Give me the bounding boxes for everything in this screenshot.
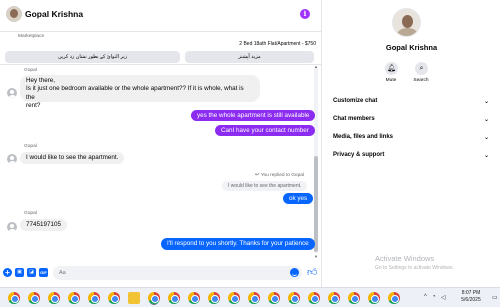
sender-avatar[interactable] — [7, 154, 17, 164]
gif-icon[interactable]: GIF — [39, 268, 48, 277]
chevron-up-icon[interactable]: ^ — [424, 294, 427, 300]
chat-pane: Gopal Krishna i Marketplace 2 Bed 18ath … — [0, 0, 322, 287]
reply-note-text: You replied to Gopal — [260, 173, 304, 178]
file-explorer-icon[interactable] — [128, 292, 140, 304]
message-bubble-outgoing: I'll respond to you shortly. Thanks for … — [161, 238, 315, 250]
contact-avatar[interactable] — [6, 6, 22, 22]
reply-indicator: ↩ You replied to Gopal — [255, 172, 304, 178]
message-sender: Gopal — [24, 211, 37, 216]
clock-date: 5/6/2025 — [461, 297, 481, 303]
chrome-icon[interactable] — [188, 292, 200, 304]
chrome-icon[interactable] — [348, 292, 360, 304]
message-input[interactable] — [53, 266, 302, 280]
section-label: Chat members — [333, 116, 375, 122]
search-icon[interactable]: ⌕ — [415, 62, 428, 75]
chrome-icon[interactable] — [288, 292, 300, 304]
chrome-icon[interactable] — [368, 292, 380, 304]
marketplace-label: Marketplace — [18, 34, 45, 39]
bell-icon[interactable]: 🔔︎ — [385, 62, 398, 75]
chrome-icon[interactable] — [208, 292, 220, 304]
chrome-icon[interactable] — [248, 292, 260, 304]
section-label: Media, files and links — [333, 134, 394, 140]
section-privacy-support[interactable]: Privacy & support ⌄ — [333, 152, 489, 164]
chrome-icon[interactable] — [28, 292, 40, 304]
chrome-icon[interactable] — [88, 292, 100, 304]
contact-name[interactable]: Gopal Krishna — [25, 9, 83, 19]
message-composer: + ▣ ◪ GIF 👍︎ — [0, 262, 322, 287]
reply-arrow-icon: ↩ — [254, 172, 260, 178]
chrome-icon[interactable] — [308, 292, 320, 304]
chrome-icon[interactable] — [8, 292, 20, 304]
chat-header: Gopal Krishna i — [0, 0, 322, 32]
chrome-icon[interactable] — [108, 292, 120, 304]
clock-time: 8:07 PM — [461, 290, 481, 296]
message-bubble-incoming: Hey there, Is it just one bedroom availa… — [20, 75, 260, 109]
section-customize-chat[interactable]: Customize chat ⌄ — [333, 98, 489, 110]
scrollbar-thumb[interactable] — [314, 156, 318, 252]
scroll-down-arrow-icon[interactable]: ▼ — [314, 254, 318, 259]
emoji-icon[interactable] — [290, 268, 299, 277]
plus-icon[interactable]: + — [3, 268, 12, 277]
activate-windows-subtitle: Go to Settings to activate Windows. — [375, 265, 454, 271]
chrome-icon[interactable] — [148, 292, 160, 304]
mute-label[interactable]: Mute — [376, 78, 406, 83]
chevron-down-icon: ⌄ — [483, 135, 489, 141]
system-clock[interactable]: 8:07 PM 5/6/2025 — [453, 290, 489, 304]
profile-name[interactable]: Gopal Krishna — [323, 43, 500, 52]
chevron-down-icon: ⌄ — [483, 117, 489, 123]
listing-title[interactable]: 2 Bed 18ath Flat/Apartment - $750 — [239, 41, 316, 47]
chrome-icon[interactable] — [68, 292, 80, 304]
profile-avatar[interactable] — [392, 8, 421, 37]
chrome-icon[interactable] — [268, 292, 280, 304]
message-bubble-outgoing: ok yes — [283, 193, 314, 204]
conversation-info-panel: Gopal Krishna 🔔︎ Mute ⌕ Search Customize… — [323, 0, 500, 287]
chrome-icon[interactable] — [168, 292, 180, 304]
activate-windows-title: Activate Windows — [375, 254, 435, 263]
sender-avatar[interactable] — [7, 222, 17, 232]
scrollbar[interactable] — [314, 68, 318, 253]
chevron-down-icon: ⌄ — [483, 153, 489, 159]
sticker-icon[interactable]: ◪ — [27, 268, 36, 277]
message-sender: Gopal — [24, 68, 37, 73]
sender-avatar[interactable] — [7, 88, 17, 98]
section-label: Privacy & support — [333, 152, 385, 158]
info-icon[interactable]: i — [300, 9, 310, 19]
thumbs-up-icon[interactable]: 👍︎ — [307, 266, 317, 278]
message-bubble-outgoing: CanI have your contact number — [215, 125, 315, 136]
chrome-icon[interactable] — [388, 292, 400, 304]
chrome-icon[interactable] — [328, 292, 340, 304]
notification-icon[interactable]: ▭ — [492, 294, 498, 301]
wifi-icon[interactable]: ◔ — [432, 294, 436, 300]
chevron-down-icon: ⌄ — [483, 99, 489, 105]
photo-icon[interactable]: ▣ — [15, 268, 24, 277]
message-line: Hey there, — [26, 76, 56, 84]
mark-pending-button[interactable]: زیر التوائ کے بطور نشان زد کریں — [5, 51, 180, 63]
section-media-files-links[interactable]: Media, files and links ⌄ — [333, 134, 489, 146]
section-label: Customize chat — [333, 98, 378, 104]
quoted-message[interactable]: I would like to see the apartment. — [222, 181, 308, 191]
section-chat-members[interactable]: Chat members ⌄ — [333, 116, 489, 128]
search-label[interactable]: Search — [406, 78, 436, 83]
marketplace-panel: Marketplace 2 Bed 18ath Flat/Apartment -… — [0, 32, 322, 65]
taskbar: ^ ◔ ◁ 8:07 PM 5/6/2025 ▭ — [0, 287, 500, 307]
volume-icon[interactable]: ◁ — [441, 294, 446, 301]
message-bubble-incoming: 7745197105 — [20, 219, 68, 231]
message-sender: Gopal — [24, 144, 37, 149]
message-line: Is it just one bedroom available or the … — [26, 85, 244, 101]
chrome-icon[interactable] — [48, 292, 60, 304]
more-options-button[interactable]: مزید آپشنز — [185, 51, 314, 63]
message-bubble-outgoing: yes the whole apartment is still availab… — [191, 110, 316, 121]
message-bubble-incoming: I would like to see the apartment. — [20, 152, 125, 164]
chrome-icon[interactable] — [228, 292, 240, 304]
